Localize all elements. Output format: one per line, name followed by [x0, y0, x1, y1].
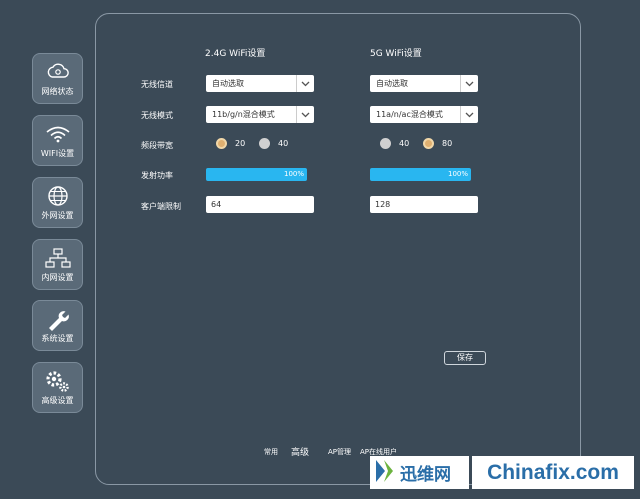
channel-label: 无线信道 — [141, 80, 173, 89]
sidebar-item-system-settings[interactable]: 系统设置 — [32, 300, 83, 351]
band5-channel-value: 自动选取 — [376, 79, 408, 88]
cloud-icon — [44, 60, 72, 84]
radio-unselected-icon — [259, 138, 270, 149]
band24-title: 2.4G WiFi设置 — [205, 49, 266, 59]
sidebar-item-wifi-settings[interactable]: WIFI设置 — [32, 115, 83, 166]
radio-selected-icon — [423, 138, 434, 149]
chevron-down-icon — [460, 106, 478, 123]
band24-channel-select[interactable]: 自动选取 — [206, 75, 314, 92]
tab-common[interactable]: 常用 — [264, 447, 278, 457]
radio-label: 80 — [442, 139, 453, 148]
chevron-down-icon — [296, 106, 314, 123]
radio-label: 40 — [399, 139, 410, 148]
sidebar-item-wan-settings[interactable]: 外网设置 — [32, 177, 83, 228]
band24-channel-value: 自动选取 — [212, 79, 244, 88]
wifi-icon — [44, 122, 72, 146]
save-button[interactable]: 保存 — [444, 351, 486, 365]
chevron-down-icon — [296, 75, 314, 92]
radio-selected-icon — [216, 138, 227, 149]
band5-mode-value: 11a/n/ac混合模式 — [376, 110, 443, 119]
sidebar-item-label: 高级设置 — [41, 396, 74, 405]
band24-power-value: 100% — [283, 170, 304, 178]
band5-title: 5G WiFi设置 — [370, 49, 422, 59]
band24-client-limit-input[interactable] — [206, 196, 314, 213]
band5-client-limit-input[interactable] — [370, 196, 478, 213]
band5-mode-select[interactable]: 11a/n/ac混合模式 — [370, 106, 478, 123]
watermark-brand-cn: 迅维网 — [400, 465, 451, 485]
watermark-logo-icon — [374, 458, 396, 488]
band5-power-bar[interactable]: 100% — [370, 168, 471, 181]
sidebar-item-advanced-settings[interactable]: 高级设置 — [32, 362, 83, 413]
bandwidth-label: 频段带宽 — [141, 141, 173, 150]
band24-mode-select[interactable]: 11b/g/n混合模式 — [206, 106, 314, 123]
watermark-brand-en: Chinafix.com — [487, 460, 619, 484]
radio-label: 40 — [278, 139, 289, 148]
sidebar-item-label: WIFI设置 — [40, 149, 75, 158]
gears-icon — [44, 369, 72, 393]
tab-ap-management[interactable]: AP管理 — [328, 447, 351, 457]
watermark-en: Chinafix.com — [472, 456, 634, 489]
sidebar-item-label: 外网设置 — [41, 211, 74, 220]
watermark-cn: 迅维网 — [370, 456, 469, 489]
band24-mode-value: 11b/g/n混合模式 — [212, 110, 275, 119]
globe-icon — [44, 184, 72, 208]
band24-power-bar[interactable]: 100% — [206, 168, 307, 181]
sidebar-item-label: 内网设置 — [41, 273, 74, 282]
wrench-icon — [44, 307, 72, 331]
radio-label: 20 — [235, 139, 246, 148]
band24-bandwidth-40-radio[interactable]: 40 — [259, 138, 288, 149]
sidebar-item-lan-settings[interactable]: 内网设置 — [32, 239, 83, 290]
power-label: 发射功率 — [141, 171, 173, 180]
band5-power-value: 100% — [447, 170, 468, 178]
band5-bandwidth-40-radio[interactable]: 40 — [380, 138, 409, 149]
network-icon — [44, 246, 72, 270]
tab-advanced[interactable]: 高级 — [291, 445, 309, 458]
mode-label: 无线模式 — [141, 111, 173, 120]
sidebar-item-label: 系统设置 — [41, 334, 74, 343]
sidebar-item-network-status[interactable]: 网络状态 — [32, 53, 83, 104]
band24-bandwidth-20-radio[interactable]: 20 — [216, 138, 245, 149]
chevron-down-icon — [460, 75, 478, 92]
sidebar-item-label: 网络状态 — [41, 87, 74, 96]
client-limit-label: 客户端限制 — [141, 202, 181, 211]
radio-unselected-icon — [380, 138, 391, 149]
band5-channel-select[interactable]: 自动选取 — [370, 75, 478, 92]
band5-bandwidth-80-radio[interactable]: 80 — [423, 138, 452, 149]
